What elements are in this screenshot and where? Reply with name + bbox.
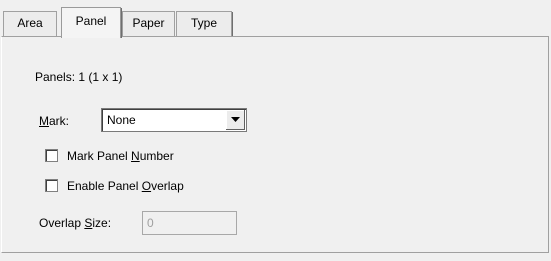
overlap-size-label: Overlap Size: <box>39 216 112 230</box>
mark-panel-number-checkbox[interactable] <box>45 149 58 162</box>
tab-edge <box>121 8 122 38</box>
mark-selected-value: None <box>107 113 136 127</box>
enable-panel-overlap-checkbox[interactable] <box>45 179 58 192</box>
tab-paper[interactable]: Paper <box>122 11 175 36</box>
chevron-down-icon <box>231 117 240 122</box>
enable-panel-overlap-label: Enable Panel Overlap <box>67 179 184 193</box>
tab-paper-label: Paper <box>132 16 165 30</box>
mark-panel-number-label: Mark Panel Number <box>67 149 174 163</box>
tab-edge <box>232 12 233 36</box>
tab-type-label: Type <box>190 16 217 30</box>
tab-panel-label: Panel <box>75 14 107 28</box>
overlap-size-input[interactable] <box>147 213 227 233</box>
tab-panel[interactable]: Panel <box>61 7 122 38</box>
mark-label: Mark: <box>39 114 70 128</box>
tab-area-label: Area <box>17 16 43 30</box>
mark-dropdown[interactable]: None <box>101 108 247 132</box>
tab-strip: Area Panel Paper Type <box>0 0 551 38</box>
panels-info-text: Panels: 1 (1 x 1) <box>35 70 123 84</box>
overlap-size-field[interactable] <box>142 211 237 235</box>
tab-area[interactable]: Area <box>3 11 57 36</box>
tab-type[interactable]: Type <box>176 11 233 36</box>
dropdown-button[interactable] <box>225 110 245 130</box>
